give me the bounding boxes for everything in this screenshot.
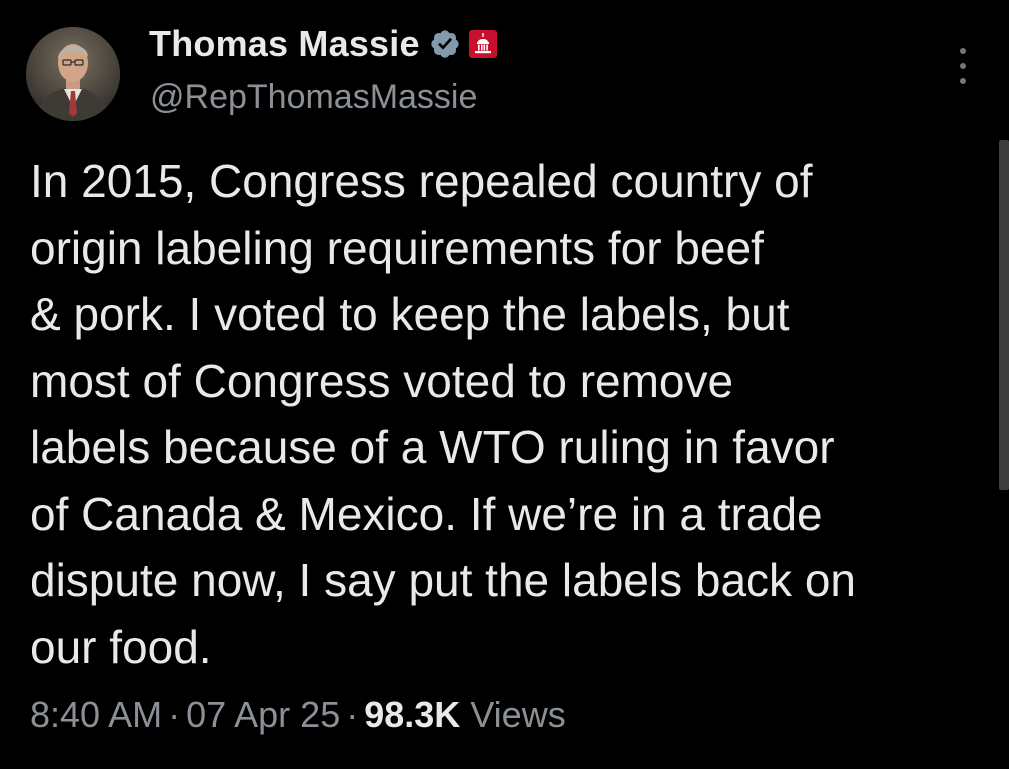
tweet-text-line: origin labeling requirements for beef xyxy=(30,221,764,274)
tweet-time[interactable]: 8:40 AM xyxy=(30,694,162,735)
tweet-date[interactable]: 07 Apr 25 xyxy=(186,694,340,735)
avatar-photo xyxy=(26,27,120,121)
tweet-text-line: most of Congress voted to remove xyxy=(30,354,734,407)
author-display-name[interactable]: Thomas Massie xyxy=(149,23,420,65)
tweet-text: In 2015, Congress repealed country of or… xyxy=(30,148,990,680)
tweet-text-line: & pork. I voted to keep the labels, but xyxy=(30,288,790,340)
views-count[interactable]: 98.3K xyxy=(364,694,460,735)
more-dot xyxy=(960,78,966,84)
more-vertical-icon[interactable] xyxy=(950,46,976,86)
tweet-text-line: our food. xyxy=(30,620,212,673)
tweet-text-line: In 2015, Congress repealed country of xyxy=(30,155,813,207)
more-dot xyxy=(960,63,966,69)
more-dot xyxy=(960,48,966,54)
tweet-text-line: dispute now, I say put the labels back o… xyxy=(30,554,856,606)
tweet-text-line: labels because of a WTO ruling in favor xyxy=(30,421,835,473)
us-capitol-icon[interactable] xyxy=(468,30,497,58)
verified-checkmark-icon[interactable] xyxy=(429,28,461,60)
author-name-row: Thomas Massie xyxy=(149,22,497,66)
tweet-text-line: of Canada & Mexico. If we’re in a trade xyxy=(30,487,823,540)
avatar[interactable] xyxy=(26,27,120,121)
tweet: Thomas Massie @RepThomasMassie In 2015, … xyxy=(0,0,1009,769)
meta-separator: · xyxy=(346,694,359,735)
scrollbar[interactable] xyxy=(999,140,1009,490)
meta-separator: · xyxy=(168,694,181,735)
author-handle[interactable]: @RepThomasMassie xyxy=(150,78,477,117)
tweet-meta: 8:40 AM · 07 Apr 25 · 98.3K Views xyxy=(30,694,566,736)
views-label: Views xyxy=(470,694,566,735)
